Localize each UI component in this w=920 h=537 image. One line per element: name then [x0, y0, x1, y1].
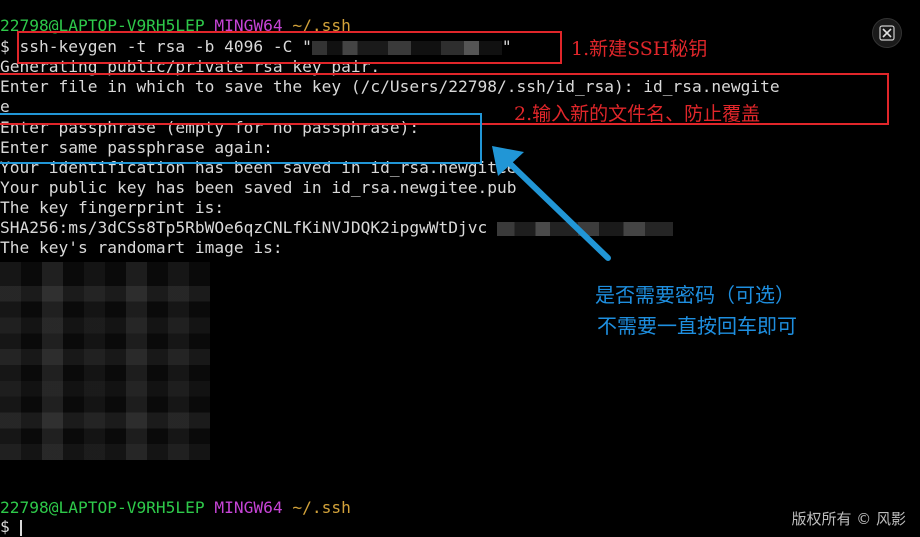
fingerprint-value: SHA256:ms/3dCSs8Tp5RbWOe6qzCNLfKiNVJDQK2… [0, 218, 488, 237]
close-x-icon [879, 25, 895, 41]
annotation-box-passphrase [0, 113, 482, 164]
output-saved-pub: Your public key has been saved in id_rsa… [0, 178, 517, 197]
final-prompt: $ [0, 517, 20, 536]
output-fingerprint-label: The key fingerprint is: [0, 198, 225, 217]
text-cursor [19, 519, 22, 536]
annotation-passphrase-note-1: 是否需要密码（可选） [595, 283, 795, 307]
annotation-step1: 1.新建SSH秘钥 [571, 38, 708, 60]
final-prompt-line[interactable]: $ [0, 517, 22, 537]
annotation-step2: 2.输入新的文件名、防止覆盖 [514, 103, 761, 125]
prompt-header-bottom: 22798@LAPTOP-V9RH5LEP MINGW64 ~/.ssh [0, 498, 351, 518]
arrow-up-left-icon [492, 146, 611, 261]
prompt-path: ~/.ssh [292, 498, 351, 517]
annotation-passphrase-note-2: 不需要一直按回车即可 [597, 314, 797, 338]
randomart-image-redacted [0, 262, 210, 460]
prompt-user-host: 22798@LAPTOP-V9RH5LEP [0, 498, 205, 517]
annotation-box-command [17, 31, 562, 64]
watermark: 版权所有 © 风影 [791, 510, 906, 528]
prompt-shell: MINGW64 [214, 498, 283, 517]
output-randomart-label: The key's randomart image is: [0, 238, 283, 257]
close-button[interactable] [872, 18, 902, 48]
